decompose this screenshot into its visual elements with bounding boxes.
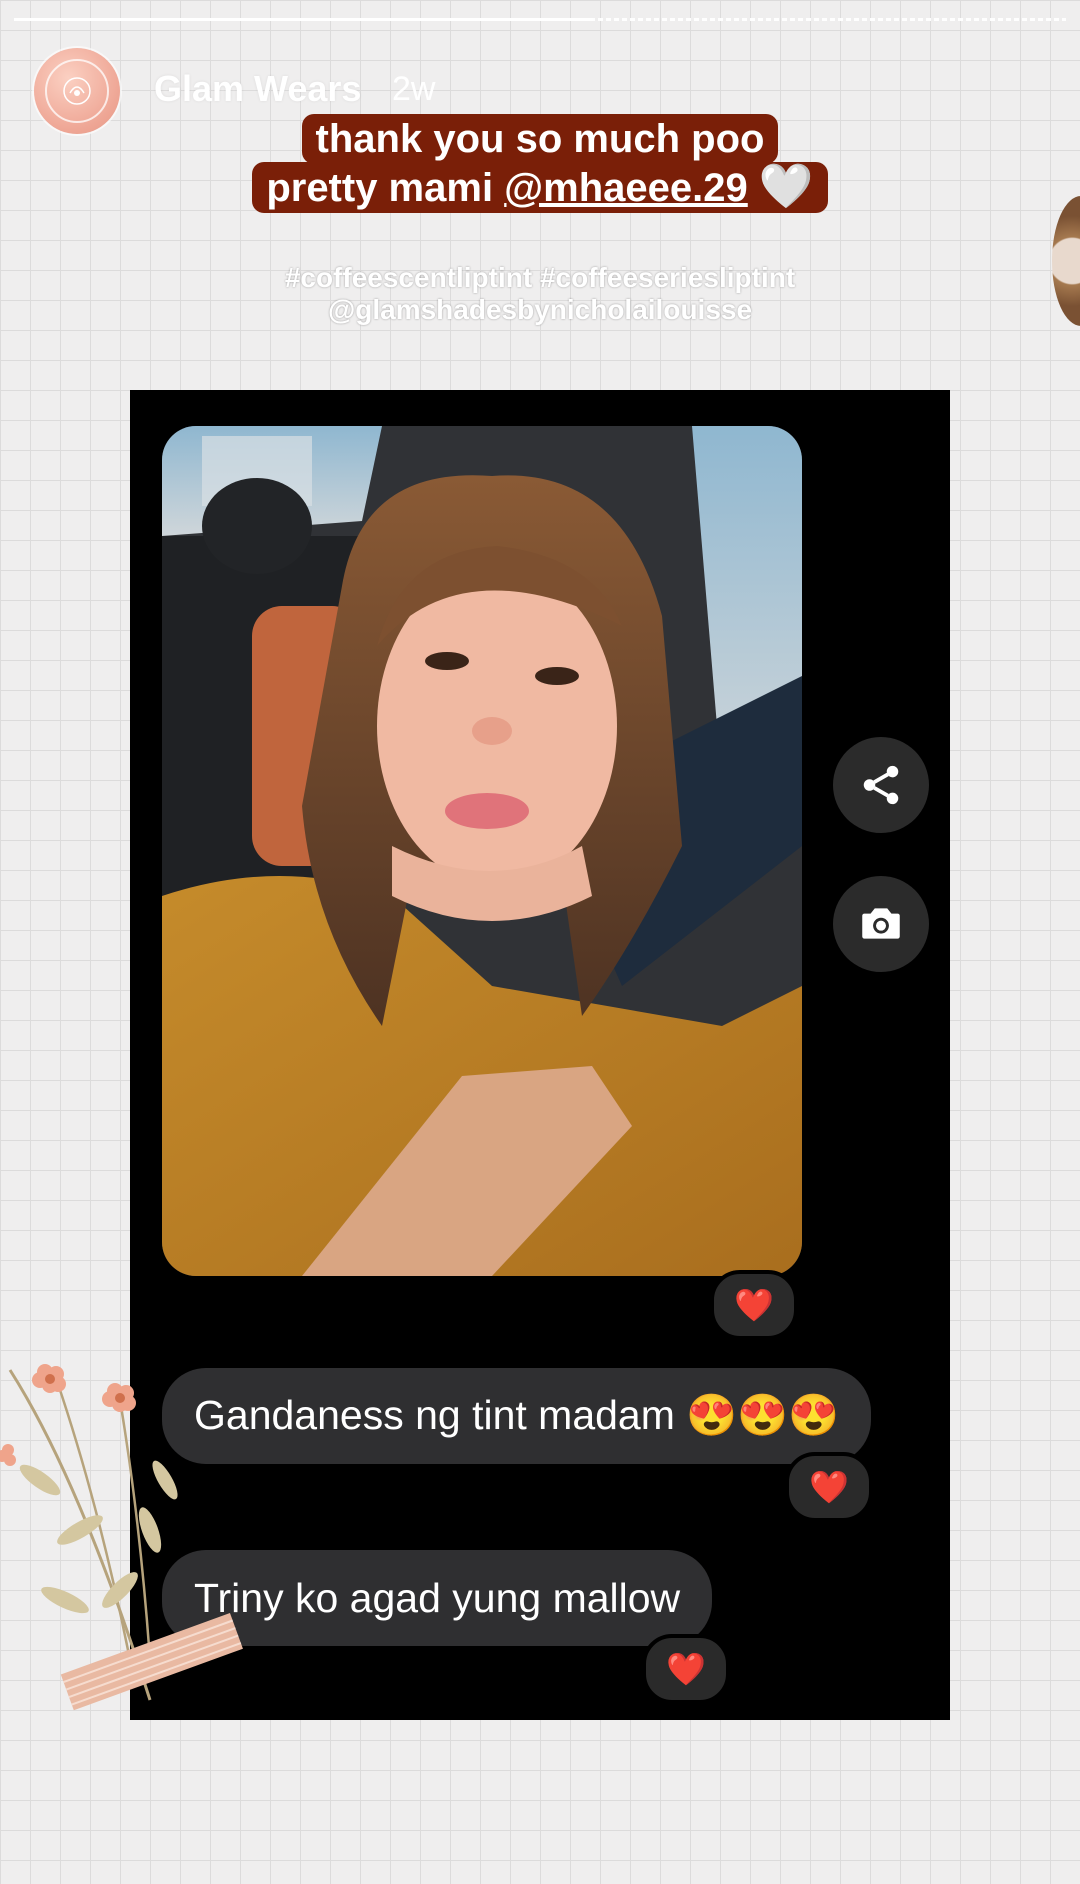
logo-icon bbox=[63, 77, 91, 105]
hashtags-line-2[interactable]: @glamshadesbynicholailouisse bbox=[0, 294, 1080, 326]
hashtags-line-1[interactable]: #coffeescentliptint #coffeeseriesliptint bbox=[0, 262, 1080, 294]
message-text: Triny ko agad yung mallow bbox=[194, 1574, 681, 1621]
heart-icon: ❤️ bbox=[809, 1469, 849, 1505]
selfie-photo bbox=[162, 426, 802, 1276]
story-progress-fill bbox=[14, 18, 593, 21]
heart-icon: ❤️ bbox=[666, 1651, 706, 1687]
caption-line-2: pretty mami @mhaeee.29 🤍 bbox=[252, 162, 828, 213]
heart-icon: ❤️ bbox=[734, 1287, 774, 1323]
share-icon bbox=[863, 765, 899, 805]
caption-line-1: thank you so much poo bbox=[301, 114, 779, 164]
mention-link[interactable]: @mhaeee.29 bbox=[504, 166, 748, 210]
share-button[interactable] bbox=[833, 737, 929, 833]
camera-icon bbox=[862, 908, 900, 939]
account-name[interactable]: Glam Wears bbox=[154, 68, 361, 110]
camera-button[interactable] bbox=[833, 876, 929, 972]
selfie-image bbox=[162, 426, 802, 1276]
message-reaction[interactable]: ❤️ bbox=[642, 1634, 730, 1704]
white-heart-icon: 🤍 bbox=[758, 162, 814, 211]
message-reaction[interactable]: ❤️ bbox=[785, 1452, 873, 1522]
caption-text: pretty mami bbox=[266, 166, 505, 210]
photo-reaction[interactable]: ❤️ bbox=[710, 1270, 798, 1340]
message-text: Gandaness ng tint madam 😍😍😍 bbox=[194, 1392, 840, 1438]
flower-decoration bbox=[0, 1364, 243, 1711]
hashtags: #coffeescentliptint #coffeeseriesliptint… bbox=[0, 262, 1080, 326]
message-bubble[interactable]: Gandaness ng tint madam 😍😍😍 bbox=[162, 1368, 872, 1464]
caption: thank you so much poo pretty mami @mhaee… bbox=[0, 114, 1080, 213]
post-age: 2w bbox=[392, 70, 436, 108]
